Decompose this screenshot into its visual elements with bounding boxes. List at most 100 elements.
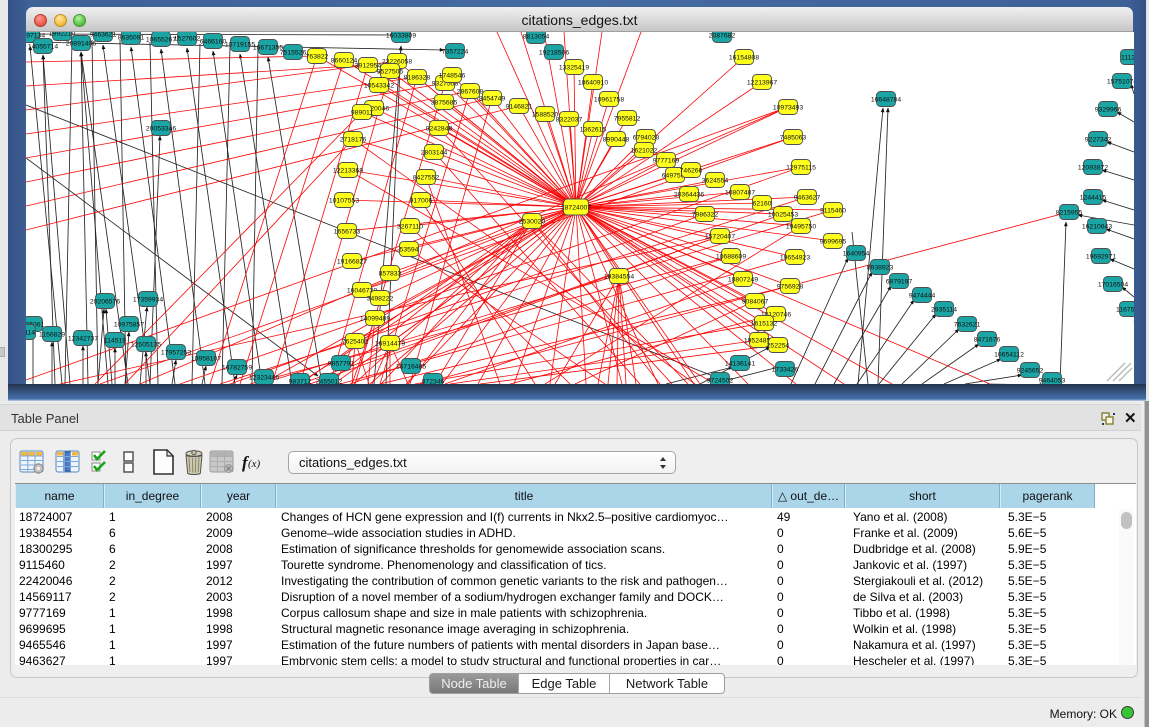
svg-text:18724007: 18724007	[561, 205, 591, 212]
svg-text:17957253: 17957253	[161, 350, 191, 357]
svg-text:872346: 872346	[422, 379, 445, 385]
svg-text:19692971: 19692971	[1086, 254, 1116, 261]
svg-text:1362615: 1362615	[580, 127, 607, 134]
svg-text:983712: 983712	[289, 379, 312, 385]
svg-text:252254: 252254	[767, 343, 790, 350]
svg-text:13325419: 13325419	[559, 65, 589, 72]
svg-text:9527505: 9527505	[377, 69, 404, 76]
svg-text:15751074: 15751074	[1107, 79, 1134, 86]
svg-text:746266: 746266	[680, 168, 703, 175]
svg-text:9474444: 9474444	[909, 293, 936, 300]
svg-text:8215955: 8215955	[1056, 210, 1083, 217]
svg-text:2867608: 2867608	[457, 89, 484, 96]
svg-text:7485063: 7485063	[780, 135, 807, 142]
svg-text:1527602: 1527602	[174, 36, 201, 43]
svg-text:39114: 39114	[26, 330, 35, 337]
svg-text:16782759: 16782759	[222, 365, 252, 372]
svg-text:2803144: 2803144	[421, 150, 448, 157]
svg-text:20364436: 20364436	[674, 192, 704, 199]
svg-text:9242848: 9242848	[426, 126, 453, 133]
svg-text:1733426: 1733426	[772, 367, 799, 374]
svg-text:8322037: 8322037	[556, 117, 583, 124]
svg-text:9463621: 9463621	[90, 32, 117, 39]
svg-text:20206576: 20206576	[90, 299, 120, 306]
svg-text:9146821: 9146821	[506, 104, 533, 111]
svg-text:12323446: 12323446	[249, 375, 279, 382]
svg-text:8635091: 8635091	[118, 35, 145, 42]
svg-text:10719155: 10719155	[225, 42, 255, 49]
svg-text:(x): (x)	[248, 458, 261, 470]
svg-text:8813054: 8813054	[523, 34, 550, 41]
svg-text:9756928: 9756928	[777, 284, 804, 291]
svg-text:1621022: 1621022	[631, 148, 658, 155]
svg-text:1588520: 1588520	[532, 112, 559, 119]
svg-text:12093872: 12093872	[1078, 165, 1108, 172]
svg-text:15720407: 15720407	[705, 234, 735, 241]
svg-text:9777169: 9777169	[653, 158, 680, 165]
svg-text:19384554: 19384554	[604, 274, 634, 281]
svg-text:1244415: 1244415	[1080, 195, 1107, 202]
svg-text:8427552: 8427552	[413, 175, 440, 182]
svg-text:6466160: 6466160	[200, 39, 227, 46]
svg-text:16033809: 16033809	[386, 33, 416, 40]
svg-text:17359934: 17359934	[133, 297, 163, 304]
svg-text:17016504: 17016504	[1098, 282, 1128, 289]
svg-text:10961758: 10961758	[594, 97, 624, 104]
svg-text:1748546: 1748546	[439, 73, 466, 80]
svg-text:12342737: 12342737	[68, 336, 98, 343]
svg-text:7955812: 7955812	[614, 116, 641, 123]
svg-text:16648784: 16648784	[871, 97, 901, 104]
svg-text:12213369: 12213369	[333, 168, 363, 175]
svg-text:16914479: 16914479	[375, 341, 405, 348]
svg-text:9699695: 9699695	[820, 239, 847, 246]
svg-text:917006: 917006	[410, 198, 433, 205]
svg-text:3875685: 3875685	[431, 100, 458, 107]
svg-text:1156829: 1156829	[39, 332, 65, 339]
svg-text:10807487: 10807487	[725, 190, 755, 197]
svg-text:3267110: 3267110	[397, 224, 423, 231]
svg-text:14055714: 14055714	[28, 44, 58, 51]
svg-text:8471676: 8471676	[974, 337, 1001, 344]
svg-text:15716485: 15716485	[396, 364, 426, 371]
svg-text:1656733: 1656733	[334, 229, 361, 236]
svg-text:2718176: 2718176	[340, 137, 367, 144]
svg-text:1640954: 1640954	[843, 251, 870, 258]
svg-text:7986322: 7986322	[692, 212, 719, 219]
svg-text:10655267: 10655267	[146, 37, 176, 44]
svg-text:8660124: 8660124	[331, 58, 358, 65]
svg-text:19166827: 19166827	[337, 259, 367, 266]
svg-text:8990448: 8990448	[603, 137, 630, 144]
svg-text:7625402: 7625402	[342, 339, 369, 346]
svg-text:19495750: 19495750	[786, 224, 816, 231]
svg-text:9329966: 9329966	[1095, 107, 1122, 114]
svg-text:19218506: 19218506	[539, 50, 569, 57]
svg-text:16671355: 16671355	[253, 45, 283, 52]
svg-text:9724502: 9724502	[707, 378, 734, 385]
svg-text:10958107: 10958107	[191, 356, 221, 363]
svg-text:763822: 763822	[306, 54, 329, 61]
svg-text:9245652: 9245652	[1017, 368, 1044, 375]
svg-text:14136141: 14136141	[725, 361, 755, 368]
svg-text:2530020: 2530020	[519, 219, 546, 226]
svg-text:12505135: 12505135	[131, 342, 161, 349]
svg-text:6879197: 6879197	[886, 279, 913, 286]
svg-text:114519: 114519	[104, 338, 126, 345]
svg-text:9857791: 9857791	[328, 361, 355, 368]
svg-text:2935114: 2935114	[931, 307, 957, 314]
svg-text:1167534: 1167534	[1116, 307, 1134, 314]
svg-text:10107553: 10107553	[329, 198, 359, 205]
svg-text:9227342: 9227342	[1085, 137, 1112, 144]
svg-text:16210643: 16210643	[1082, 224, 1112, 231]
svg-text:7632621: 7632621	[954, 322, 981, 329]
svg-text:20053346: 20053346	[146, 126, 176, 133]
svg-text:10025453: 10025453	[768, 212, 798, 219]
svg-text:16154808: 16154808	[729, 55, 759, 62]
svg-text:9463627: 9463627	[794, 195, 821, 202]
svg-text:8454749: 8454749	[479, 96, 506, 103]
svg-text:2087682: 2087682	[709, 33, 736, 40]
svg-text:9084067: 9084067	[742, 299, 769, 306]
svg-text:12213967: 12213967	[747, 80, 777, 87]
svg-text:10975857: 10975857	[114, 322, 144, 329]
svg-text:10654112: 10654112	[994, 352, 1024, 359]
svg-text:7357224: 7357224	[442, 49, 469, 56]
